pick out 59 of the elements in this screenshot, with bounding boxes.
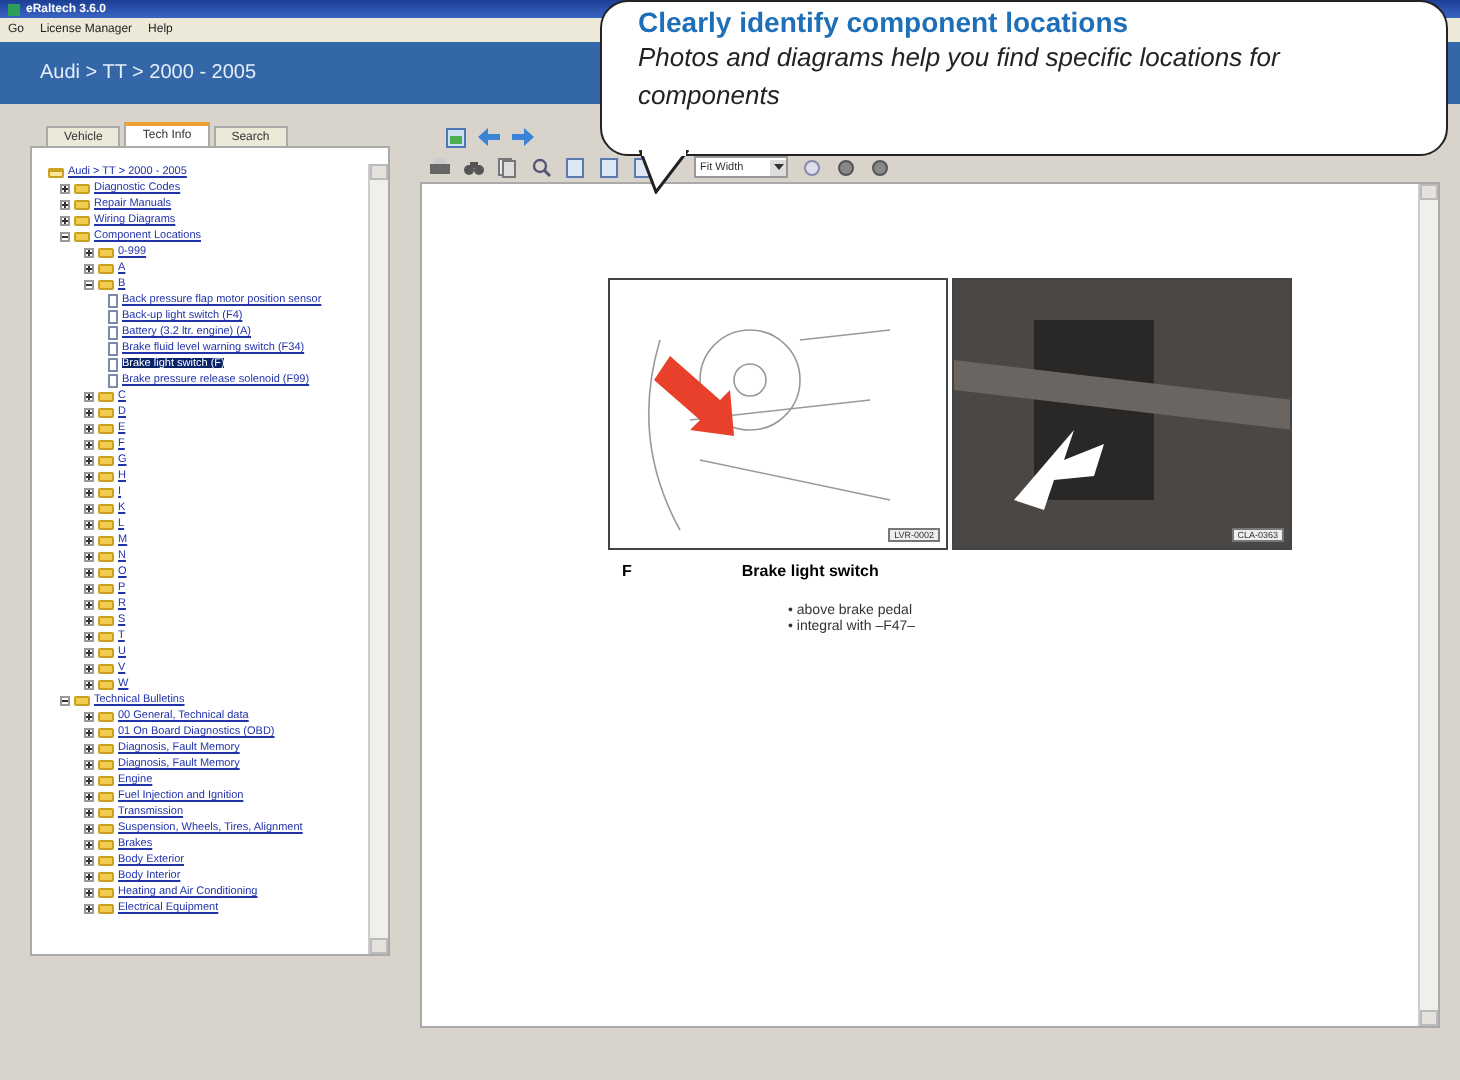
- expand-toggle[interactable]: [84, 711, 94, 721]
- expand-toggle[interactable]: [84, 455, 94, 465]
- expand-toggle[interactable]: [84, 263, 94, 273]
- component-title: Brake light switch: [741, 562, 879, 580]
- expand-toggle[interactable]: [84, 551, 94, 561]
- expand-toggle[interactable]: [84, 647, 94, 657]
- expand-toggle[interactable]: [84, 407, 94, 417]
- print-icon[interactable]: [428, 156, 450, 178]
- expand-toggle[interactable]: [84, 247, 94, 257]
- circle-button-icon[interactable]: [834, 156, 856, 178]
- expand-toggle[interactable]: [84, 727, 94, 737]
- expand-toggle[interactable]: [84, 663, 94, 673]
- expand-toggle[interactable]: [84, 839, 94, 849]
- expand-toggle[interactable]: [84, 439, 94, 449]
- expand-toggle[interactable]: [84, 631, 94, 641]
- expand-toggle[interactable]: [84, 471, 94, 481]
- app-icon: [8, 3, 20, 15]
- expand-toggle[interactable]: [84, 855, 94, 865]
- expand-toggle[interactable]: [84, 535, 94, 545]
- expand-toggle[interactable]: [84, 887, 94, 897]
- breadcrumb: Audi > TT > 2000 - 2005: [40, 62, 257, 84]
- expand-toggle[interactable]: [84, 583, 94, 593]
- expand-toggle[interactable]: [84, 487, 94, 497]
- expand-toggle[interactable]: [84, 615, 94, 625]
- binoculars-icon[interactable]: [462, 156, 484, 178]
- circle-button-icon[interactable]: [868, 156, 890, 178]
- scrollbar[interactable]: [368, 164, 388, 954]
- scrollbar[interactable]: [1418, 184, 1438, 1026]
- expand-toggle[interactable]: [60, 215, 70, 225]
- expand-toggle[interactable]: [84, 599, 94, 609]
- dropdown-caret-icon[interactable]: [770, 159, 786, 175]
- expand-toggle[interactable]: [84, 679, 94, 689]
- expand-toggle[interactable]: [84, 807, 94, 817]
- expand-toggle[interactable]: [84, 503, 94, 513]
- expand-toggle[interactable]: [84, 519, 94, 529]
- expand-toggle[interactable]: [84, 743, 94, 753]
- callout-title: Clearly identify component locations: [638, 6, 1131, 38]
- collapse-toggle[interactable]: [60, 695, 70, 705]
- pages-icon[interactable]: [496, 156, 518, 178]
- expand-toggle[interactable]: [84, 423, 94, 433]
- callout-text: Photos and diagrams help you find specific locations for components: [638, 40, 1283, 114]
- expand-toggle[interactable]: [84, 823, 94, 833]
- zoom-out-icon[interactable]: [800, 156, 822, 178]
- expand-toggle[interactable]: [84, 791, 94, 801]
- collapse-toggle[interactable]: [84, 279, 94, 289]
- expand-toggle[interactable]: [84, 391, 94, 401]
- expand-toggle[interactable]: [60, 199, 70, 209]
- component-code: F: [622, 562, 632, 580]
- collapse-toggle[interactable]: [60, 231, 70, 241]
- expand-toggle[interactable]: [84, 775, 94, 785]
- zoom-icon[interactable]: [530, 156, 552, 178]
- expand-toggle[interactable]: [84, 759, 94, 769]
- picture-icon[interactable]: [444, 126, 466, 148]
- expand-toggle[interactable]: [84, 903, 94, 913]
- expand-toggle[interactable]: [60, 183, 70, 193]
- forward-arrow-icon[interactable]: [512, 126, 534, 148]
- back-arrow-icon[interactable]: [478, 126, 500, 148]
- expand-toggle[interactable]: [84, 871, 94, 881]
- expand-toggle[interactable]: [84, 567, 94, 577]
